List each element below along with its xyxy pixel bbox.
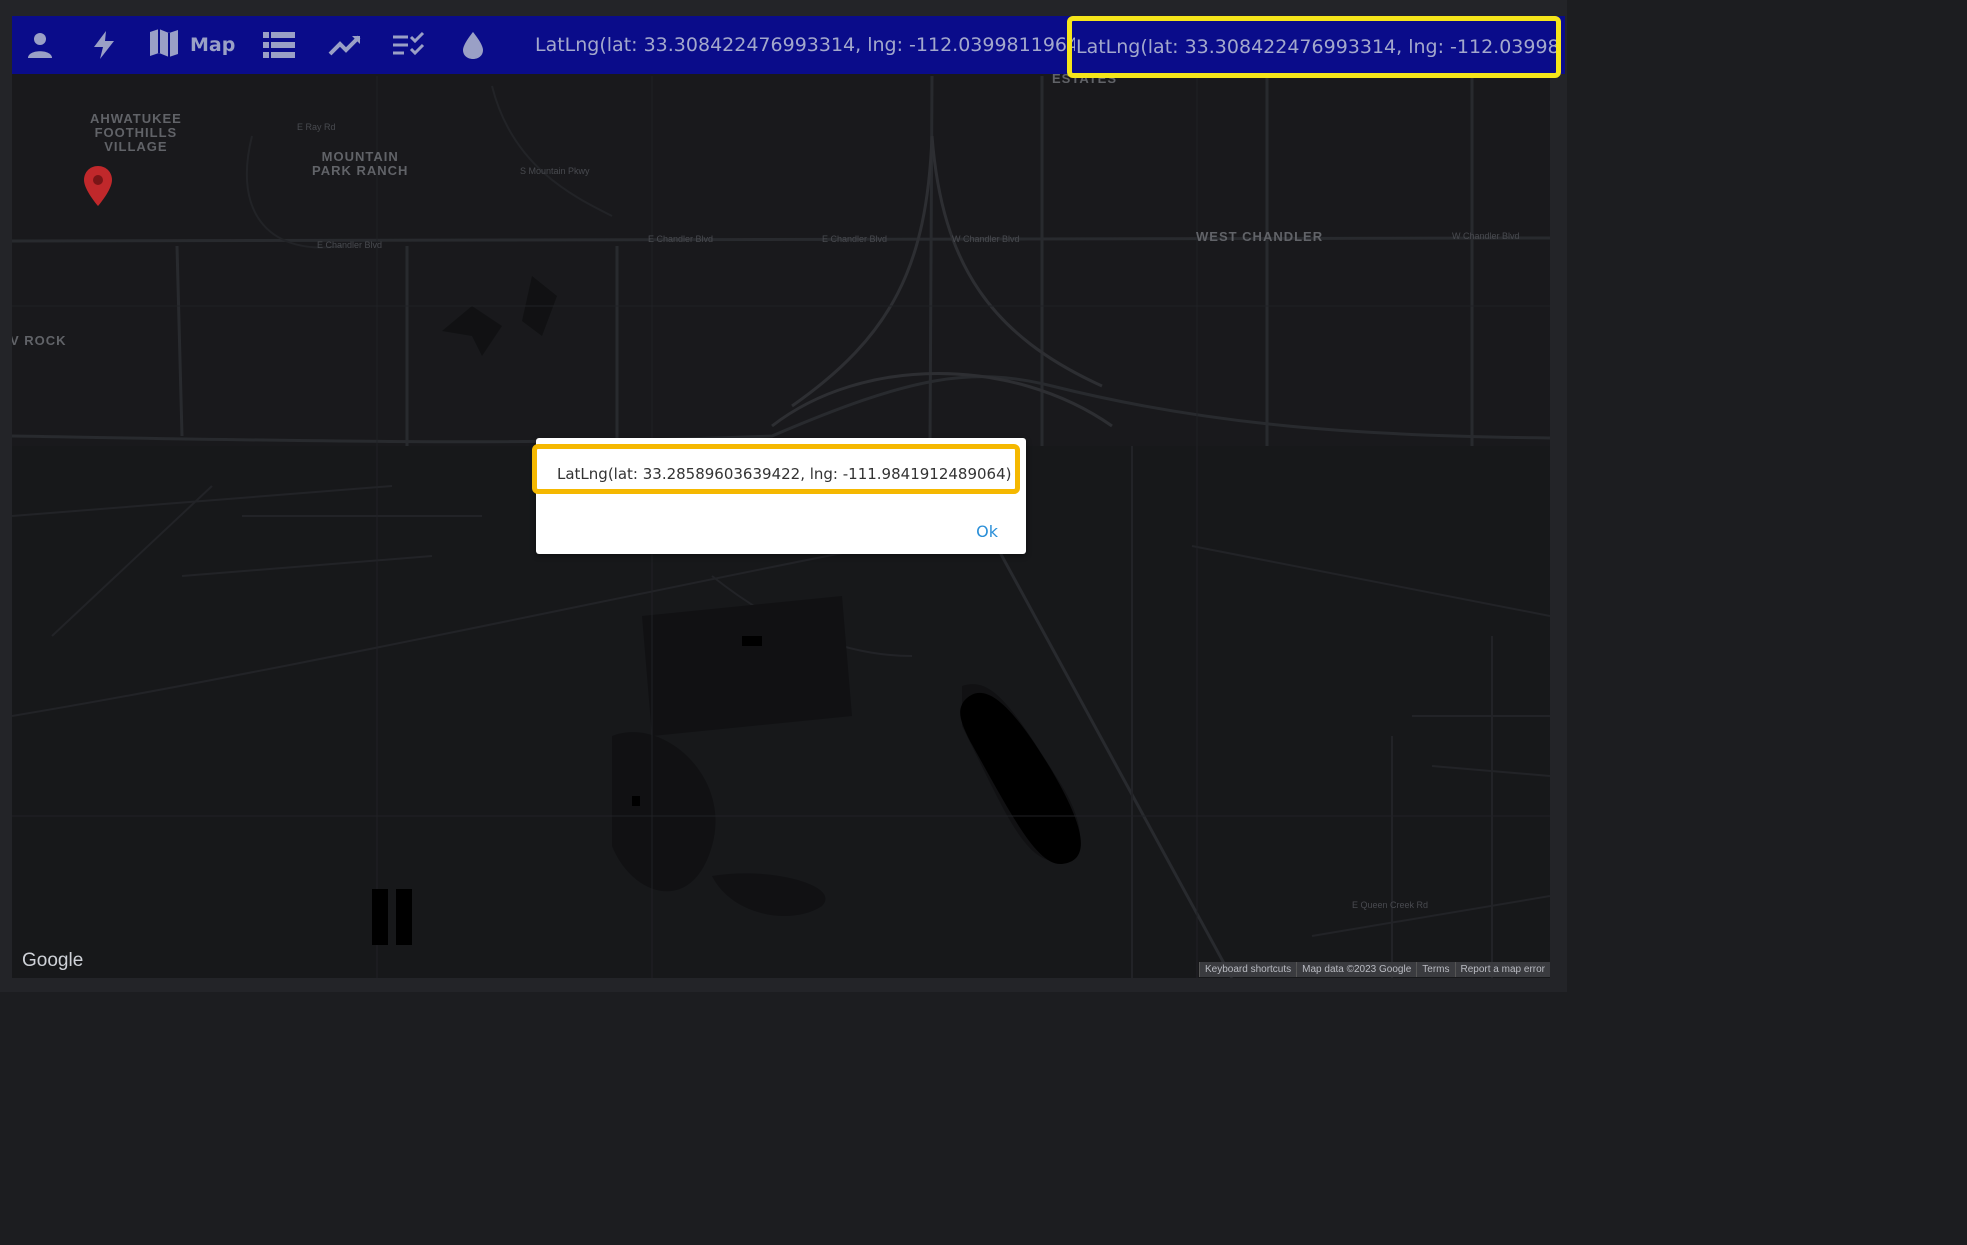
street-chandler-3: E Chandler Blvd (822, 234, 888, 244)
keyboard-shortcuts-link[interactable]: Keyboard shortcuts (1198, 962, 1297, 977)
trend-icon[interactable] (321, 16, 369, 74)
map-data-text: Map data ©2023 Google (1296, 962, 1417, 977)
street-chandler-4: W Chandler Blvd (952, 234, 1020, 244)
pause-icon (372, 889, 412, 945)
map-label-rock: V ROCK (12, 333, 67, 348)
coordinate-readout-highlighted: LatLng(lat: 33.308422476993314, lng: -11… (1067, 16, 1561, 78)
map-label-ahwatukee: AHWATUKEE FOOTHILLS VILLAGE (90, 111, 182, 154)
drop-icon[interactable] (449, 16, 497, 74)
ok-button[interactable]: Ok (976, 522, 998, 541)
coordinate-readout: LatLng(lat: 33.308422476993314, lng: -11… (535, 34, 1075, 56)
street-queen-creek: E Queen Creek Rd (1352, 900, 1429, 910)
street-mountain-pkwy: S Mountain Pkwy (520, 166, 590, 176)
street-chandler-5: W Chandler Blvd (1452, 231, 1520, 241)
map-menu-button[interactable]: Map (142, 16, 245, 74)
map-label-mountain-park: MOUNTAIN PARK RANCH (312, 149, 409, 178)
alert-dialog: LatLng(lat: 33.28589603639422, lng: -111… (532, 438, 1026, 554)
google-logo: Google (22, 950, 84, 971)
checklist-icon[interactable] (385, 16, 433, 74)
dialog-message: LatLng(lat: 33.28589603639422, lng: -111… (532, 444, 1020, 494)
map-label-west-chandler: WEST CHANDLER (1196, 229, 1324, 244)
street-chandler-1: E Chandler Blvd (317, 240, 383, 250)
report-error-link[interactable]: Report a map error (1454, 962, 1550, 977)
map-icon (148, 28, 180, 62)
list-icon[interactable] (255, 16, 303, 74)
person-icon[interactable] (16, 16, 64, 74)
terms-link[interactable]: Terms (1416, 962, 1455, 977)
map-attribution: Keyboard shortcuts Map data ©2023 Google… (1198, 962, 1550, 977)
street-chandler-2: E Chandler Blvd (648, 234, 714, 244)
street-ray-rd: E Ray Rd (297, 122, 336, 132)
map-label: Map (190, 34, 236, 56)
lightning-icon[interactable] (80, 16, 128, 74)
